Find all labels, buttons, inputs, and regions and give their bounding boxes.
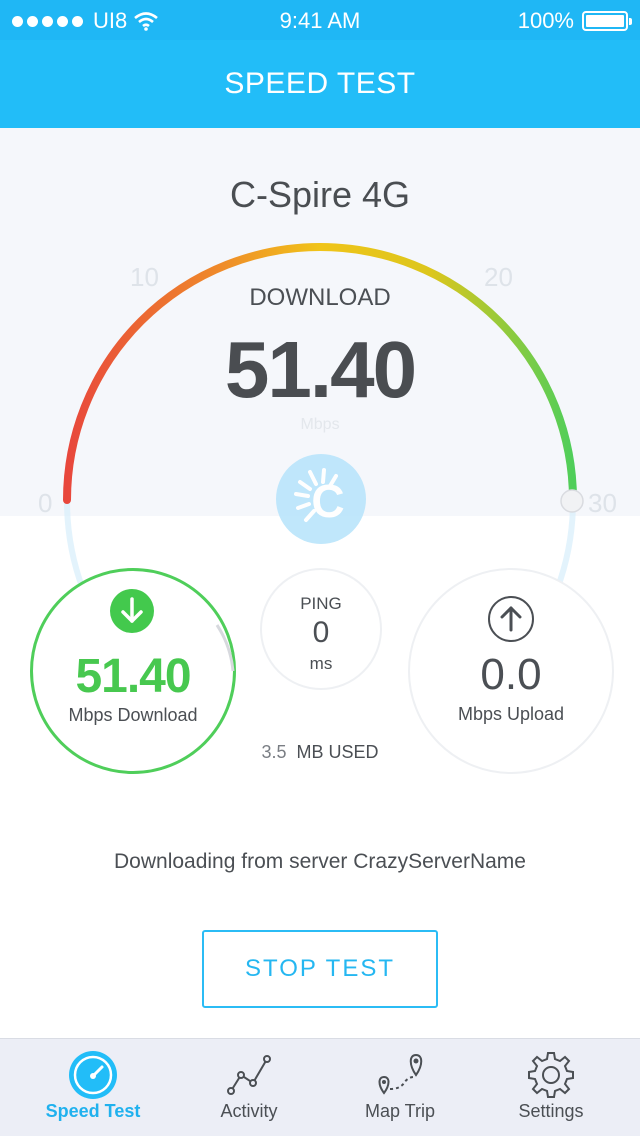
upload-value: 0.0 — [480, 650, 542, 699]
status-bar: UI8 9:41 AM 100% — [0, 0, 640, 40]
page-title: SPEED TEST — [224, 67, 416, 100]
data-used-value: 3.5 — [261, 742, 287, 762]
ping-title: PING — [300, 594, 342, 613]
tab-map-trip[interactable]: Map Trip — [320, 1039, 480, 1136]
app-logo: C — [276, 454, 366, 544]
tab-activity[interactable]: Activity — [169, 1039, 329, 1136]
download-value: 51.40 — [75, 650, 191, 703]
status-right: 100% — [517, 8, 632, 34]
gauge-tick-0: 0 — [38, 488, 53, 518]
activity-chart-icon — [227, 1055, 271, 1095]
app-header: SPEED TEST — [0, 40, 640, 128]
stop-test-button[interactable]: STOP TEST — [202, 930, 438, 1008]
speedometer-icon — [69, 1051, 117, 1099]
gauge-unit: Mbps — [300, 416, 340, 433]
download-label: Mbps Download — [68, 705, 198, 725]
battery-percent: 100% — [517, 8, 574, 33]
tab-label-map-trip: Map Trip — [364, 1101, 436, 1121]
upload-label: Mbps Upload — [457, 704, 565, 724]
upload-result: 0.0 Mbps Upload — [408, 568, 614, 774]
data-used-label: MB USED — [296, 742, 379, 762]
logo-letter: C — [311, 475, 345, 527]
gauge-label: DOWNLOAD — [249, 284, 391, 311]
tab-settings[interactable]: Settings — [471, 1039, 631, 1136]
main-content: C-Spire 4G 0 10 20 30 DOWNLOAD 51.40 Mbp… — [0, 128, 640, 1038]
tab-label-settings: Settings — [518, 1101, 584, 1121]
download-arrow-icon — [110, 589, 154, 633]
battery-icon — [582, 11, 632, 31]
ping-result: PING 0 ms — [260, 568, 382, 690]
gauge-needle-knob — [560, 489, 584, 513]
server-status: Downloading from server CrazyServerName — [114, 850, 526, 873]
ping-unit: ms — [309, 654, 333, 673]
upload-arrow-icon — [488, 596, 534, 642]
tab-label-speed-test: Speed Test — [45, 1101, 141, 1121]
tab-bar: Speed Test Activity Map Trip Settings — [0, 1038, 640, 1136]
gauge-value: 51.40 — [224, 325, 417, 414]
gear-icon — [528, 1052, 574, 1098]
map-trip-icon — [378, 1053, 423, 1095]
ping-value: 0 — [312, 616, 330, 649]
tab-label-activity: Activity — [220, 1101, 278, 1121]
tab-speed-test[interactable]: Speed Test — [13, 1039, 173, 1136]
gauge-tick-30: 30 — [588, 488, 617, 518]
